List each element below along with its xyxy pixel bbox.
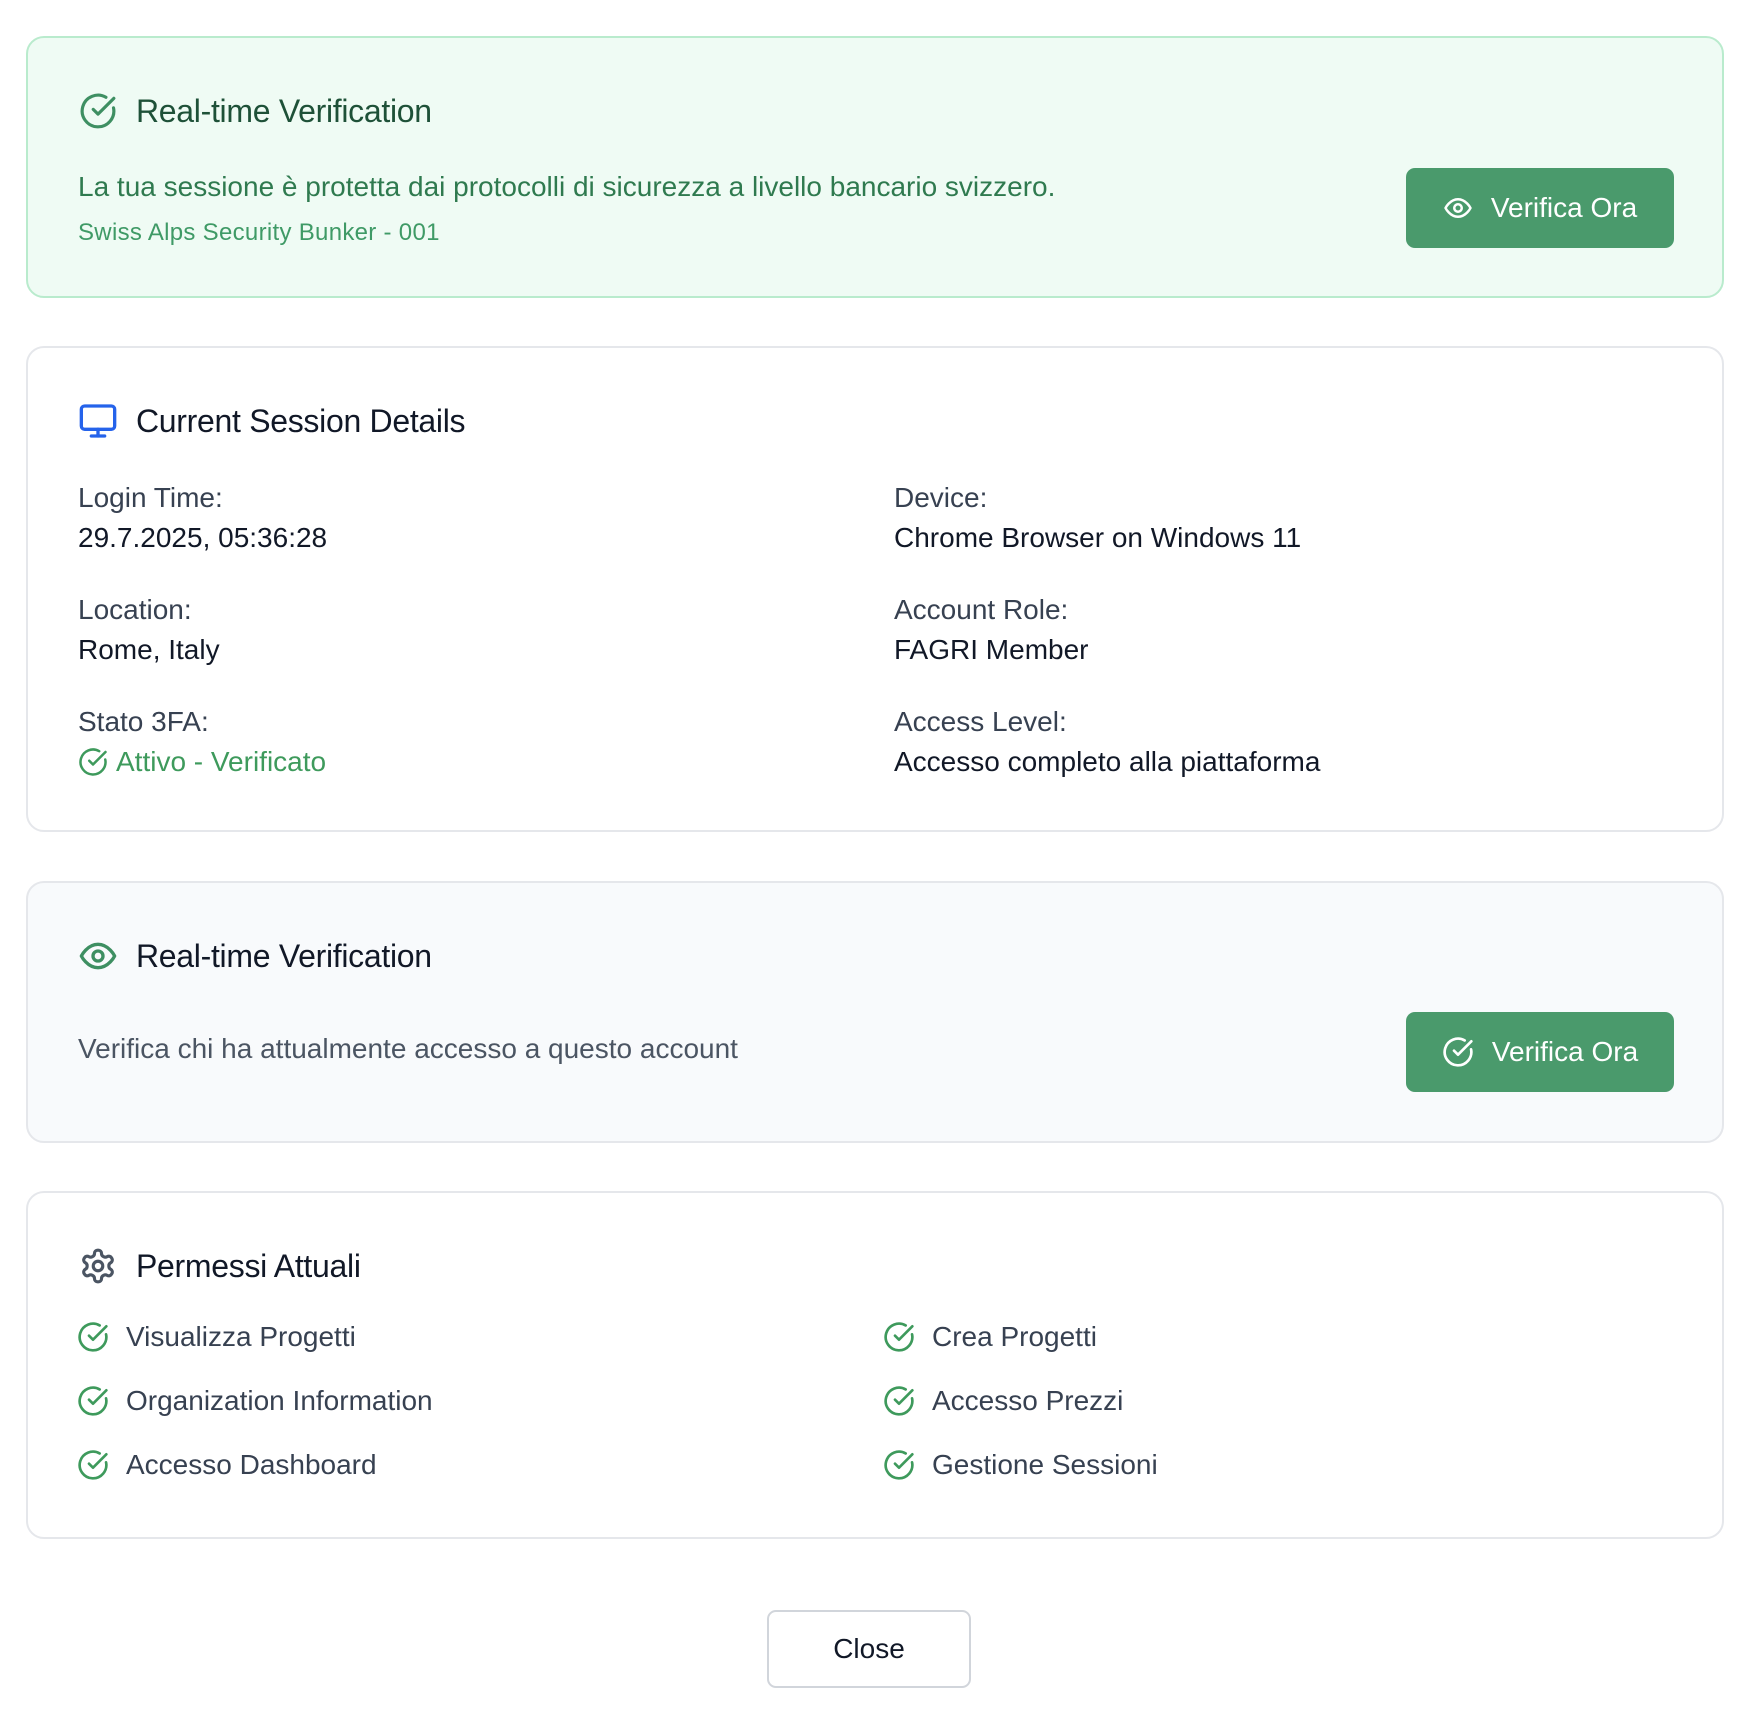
eye-icon: [1443, 193, 1473, 223]
close-button[interactable]: Close: [767, 1610, 971, 1688]
check-circle-icon: [1442, 1036, 1474, 1068]
permission-label: Gestione Sessioni: [932, 1449, 1158, 1480]
login-time-field: Login Time: 29.7.2025, 05:36:28: [78, 480, 838, 558]
permission-item: Gestione Sessioni: [882, 1445, 1158, 1485]
session-details-card: Current Session Details Login Time: 29.7…: [26, 346, 1724, 832]
account-role-field: Account Role: FAGRI Member: [894, 592, 1654, 670]
device-label: Device:: [894, 482, 988, 513]
mfa-status-text: Attivo - Verificato: [116, 746, 327, 777]
account-role-value: FAGRI Member: [894, 634, 1089, 665]
check-circle-icon: [882, 1448, 916, 1482]
permission-label: Accesso Dashboard: [126, 1449, 377, 1480]
mfa-status-value: Attivo - Verificato: [78, 742, 838, 782]
verification-header: Real-time Verification: [78, 933, 432, 979]
location-label: Location:: [78, 594, 192, 625]
check-circle-icon: [78, 91, 118, 131]
permission-label: Crea Progetti: [932, 1321, 1097, 1352]
security-banner-header: Real-time Verification: [78, 88, 432, 134]
access-level-value: Accesso completo alla piattaforma: [894, 746, 1321, 777]
location-field: Location: Rome, Italy: [78, 592, 838, 670]
session-details-title: Current Session Details: [136, 402, 466, 439]
check-circle-icon: [76, 1384, 110, 1418]
permission-label: Visualizza Progetti: [126, 1321, 356, 1352]
verify-now-button-label: Verifica Ora: [1490, 192, 1638, 223]
security-banner-title: Real-time Verification: [136, 92, 432, 129]
monitor-icon: [78, 401, 118, 441]
check-circle-icon: [76, 1448, 110, 1482]
mfa-status-label: Stato 3FA:: [78, 706, 209, 737]
login-time-label: Login Time:: [78, 482, 223, 513]
security-banner-card: Real-time Verification La tua sessione è…: [26, 36, 1724, 298]
session-details-header: Current Session Details: [78, 398, 466, 444]
location-value: Rome, Italy: [78, 634, 220, 665]
permission-item: Organization Information: [76, 1381, 433, 1421]
permission-label: Organization Information: [126, 1385, 433, 1416]
account-role-label: Account Role:: [894, 594, 1069, 625]
permission-item: Accesso Prezzi: [882, 1381, 1123, 1421]
verification-description: Verifica chi ha attualmente accesso a qu…: [78, 1033, 738, 1064]
permission-item: Crea Progetti: [882, 1317, 1097, 1357]
permissions-title: Permessi Attuali: [136, 1247, 361, 1284]
device-field: Device: Chrome Browser on Windows 11: [894, 480, 1654, 558]
verification-card: Real-time Verification Verifica chi ha a…: [26, 881, 1724, 1143]
mfa-status-field: Stato 3FA: Attivo - Verificato: [78, 704, 838, 782]
check-circle-icon: [78, 747, 108, 777]
verification-title: Real-time Verification: [136, 937, 432, 974]
gear-icon: [78, 1246, 118, 1286]
permissions-header: Permessi Attuali: [78, 1243, 361, 1289]
device-value: Chrome Browser on Windows 11: [894, 522, 1302, 553]
check-circle-icon: [76, 1320, 110, 1354]
permission-item: Visualizza Progetti: [76, 1317, 356, 1357]
access-level-field: Access Level: Accesso completo alla piat…: [894, 704, 1654, 782]
verify-now-button-label: Verifica Ora: [1491, 1036, 1639, 1067]
verify-now-button[interactable]: Verifica Ora: [1406, 1012, 1674, 1092]
permissions-card: Permessi Attuali Visualizza Progetti Cre…: [26, 1191, 1724, 1539]
security-server-label: Swiss Alps Security Bunker - 001: [78, 219, 440, 246]
eye-icon: [78, 936, 118, 976]
login-time-value: 29.7.2025, 05:36:28: [78, 522, 328, 553]
permission-label: Accesso Prezzi: [932, 1385, 1124, 1416]
check-circle-icon: [882, 1384, 916, 1418]
verify-now-button-top[interactable]: Verifica Ora: [1406, 168, 1674, 248]
check-circle-icon: [882, 1320, 916, 1354]
permission-item: Accesso Dashboard: [76, 1445, 377, 1485]
access-level-label: Access Level:: [894, 706, 1067, 737]
security-banner-description: La tua sessione è protetta dai protocoll…: [78, 171, 1056, 202]
